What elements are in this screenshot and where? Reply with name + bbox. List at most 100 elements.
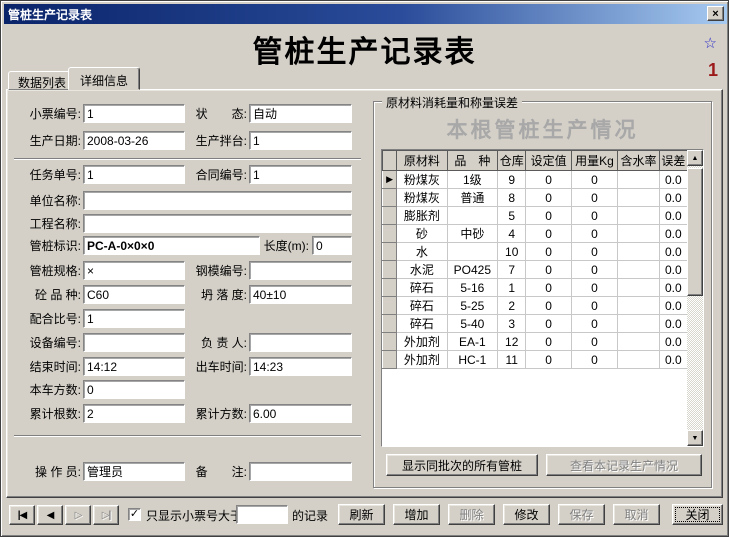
mix-station-input[interactable]	[249, 131, 352, 150]
table-row[interactable]: ▶粉煤灰1级9000.0	[383, 171, 688, 189]
table-row[interactable]: 水泥PO4257000.0	[383, 261, 688, 279]
table-cell[interactable]: 0.0	[659, 207, 687, 225]
length-input[interactable]	[312, 236, 352, 255]
table-cell[interactable]: 0.0	[659, 279, 687, 297]
table-row[interactable]: 碎石5-161000.0	[383, 279, 688, 297]
nav-first-button[interactable]: |◀	[9, 505, 35, 525]
table-cell[interactable]: 0	[526, 171, 571, 189]
equipment-no-input[interactable]	[83, 333, 185, 352]
view-record-production-button[interactable]: 查看本记录生产情况	[546, 454, 702, 476]
scroll-down-button[interactable]: ▼	[687, 430, 703, 446]
table-cell[interactable]	[618, 315, 659, 333]
row-selector[interactable]	[383, 225, 397, 243]
table-row[interactable]: 砂中砂4000.0	[383, 225, 688, 243]
nav-prev-button[interactable]: ◀	[37, 505, 63, 525]
table-cell[interactable]: 0	[571, 243, 617, 261]
table-cell[interactable]: 0	[571, 333, 617, 351]
table-cell[interactable]: 4	[498, 225, 526, 243]
table-cell[interactable]	[618, 189, 659, 207]
table-scrollbar-thumb[interactable]	[687, 168, 703, 296]
table-cell[interactable]: 5-40	[447, 315, 497, 333]
table-cell[interactable]	[618, 279, 659, 297]
table-cell[interactable]	[618, 261, 659, 279]
tab-detail-info[interactable]: 详细信息	[68, 67, 140, 90]
column-header[interactable]: 原材料	[397, 151, 447, 171]
table-cell[interactable]	[618, 225, 659, 243]
table-cell[interactable]: 9	[498, 171, 526, 189]
table-cell[interactable]: 0	[571, 351, 617, 369]
table-cell[interactable]: 0	[526, 207, 571, 225]
table-cell[interactable]: 碎石	[397, 279, 447, 297]
table-cell[interactable]: 0.0	[659, 333, 687, 351]
table-cell[interactable]: 0.0	[659, 189, 687, 207]
total-volume-input[interactable]	[249, 404, 352, 423]
contract-no-input[interactable]	[249, 165, 352, 184]
table-cell[interactable]: 0.0	[659, 261, 687, 279]
table-cell[interactable]: 5-25	[447, 297, 497, 315]
table-cell[interactable]: 0	[526, 315, 571, 333]
table-cell[interactable]: 砂	[397, 225, 447, 243]
table-cell[interactable]: 水泥	[397, 261, 447, 279]
table-cell[interactable]	[618, 333, 659, 351]
table-cell[interactable]: 0.0	[659, 243, 687, 261]
table-cell[interactable]: 0	[526, 333, 571, 351]
table-row[interactable]: 粉煤灰普通8000.0	[383, 189, 688, 207]
table-cell[interactable]: 0	[571, 189, 617, 207]
close-form-button[interactable]: 关闭	[672, 504, 723, 525]
table-cell[interactable]: 0.0	[659, 225, 687, 243]
table-cell[interactable]: 粉煤灰	[397, 171, 447, 189]
table-cell[interactable]: 1	[498, 279, 526, 297]
table-cell[interactable]: 0	[571, 207, 617, 225]
table-cell[interactable]: 1级	[447, 171, 497, 189]
departure-time-input[interactable]	[249, 357, 352, 376]
table-cell[interactable]: 膨胀剂	[397, 207, 447, 225]
unit-name-input[interactable]	[83, 191, 352, 210]
table-cell[interactable]: 0	[571, 261, 617, 279]
titlebar[interactable]: 管桩生产记录表 ×	[4, 4, 727, 24]
table-cell[interactable]: 5-16	[447, 279, 497, 297]
table-cell[interactable]: 外加剂	[397, 351, 447, 369]
table-cell[interactable]: 0	[571, 279, 617, 297]
table-cell[interactable]: 0.0	[659, 297, 687, 315]
pile-spec-input[interactable]	[83, 261, 185, 280]
end-time-input[interactable]	[83, 357, 185, 376]
selected-row-pointer-icon[interactable]: ▶	[383, 171, 397, 189]
column-header[interactable]: 仓库	[498, 151, 526, 171]
table-cell[interactable]: 碎石	[397, 315, 447, 333]
scroll-up-button[interactable]: ▲	[687, 150, 703, 166]
table-cell[interactable]: 0	[526, 189, 571, 207]
row-selector[interactable]	[383, 261, 397, 279]
table-cell[interactable]: 0.0	[659, 351, 687, 369]
table-cell[interactable]: 11	[498, 351, 526, 369]
table-row[interactable]: 碎石5-252000.0	[383, 297, 688, 315]
row-selector[interactable]	[383, 351, 397, 369]
table-cell[interactable]: 0	[571, 315, 617, 333]
table-cell[interactable]: 0	[526, 243, 571, 261]
row-selector[interactable]	[383, 243, 397, 261]
table-cell[interactable]: 2	[498, 297, 526, 315]
filter-value-input[interactable]	[236, 505, 288, 524]
row-selector[interactable]	[383, 333, 397, 351]
row-selector[interactable]	[383, 189, 397, 207]
prod-date-input[interactable]	[83, 131, 185, 150]
table-cell[interactable]: 0	[571, 225, 617, 243]
cancel-button[interactable]: 取消	[613, 504, 660, 525]
column-header[interactable]: 误差	[659, 151, 687, 171]
table-row[interactable]: 外加剂EA-112000.0	[383, 333, 688, 351]
concrete-type-input[interactable]	[83, 285, 185, 304]
table-cell[interactable]: EA-1	[447, 333, 497, 351]
table-cell[interactable]: 0.0	[659, 315, 687, 333]
task-no-input[interactable]	[83, 165, 185, 184]
row-selector[interactable]	[383, 207, 397, 225]
table-cell[interactable]	[618, 171, 659, 189]
table-cell[interactable]: 水	[397, 243, 447, 261]
column-header[interactable]: 设定值	[526, 151, 571, 171]
table-cell[interactable]	[618, 351, 659, 369]
table-cell[interactable]	[618, 297, 659, 315]
table-cell[interactable]	[618, 207, 659, 225]
responsible-input[interactable]	[249, 333, 352, 352]
table-cell[interactable]: 普通	[447, 189, 497, 207]
table-cell[interactable]: 0	[571, 171, 617, 189]
column-header[interactable]: 含水率	[618, 151, 659, 171]
mold-no-input[interactable]	[249, 261, 352, 280]
